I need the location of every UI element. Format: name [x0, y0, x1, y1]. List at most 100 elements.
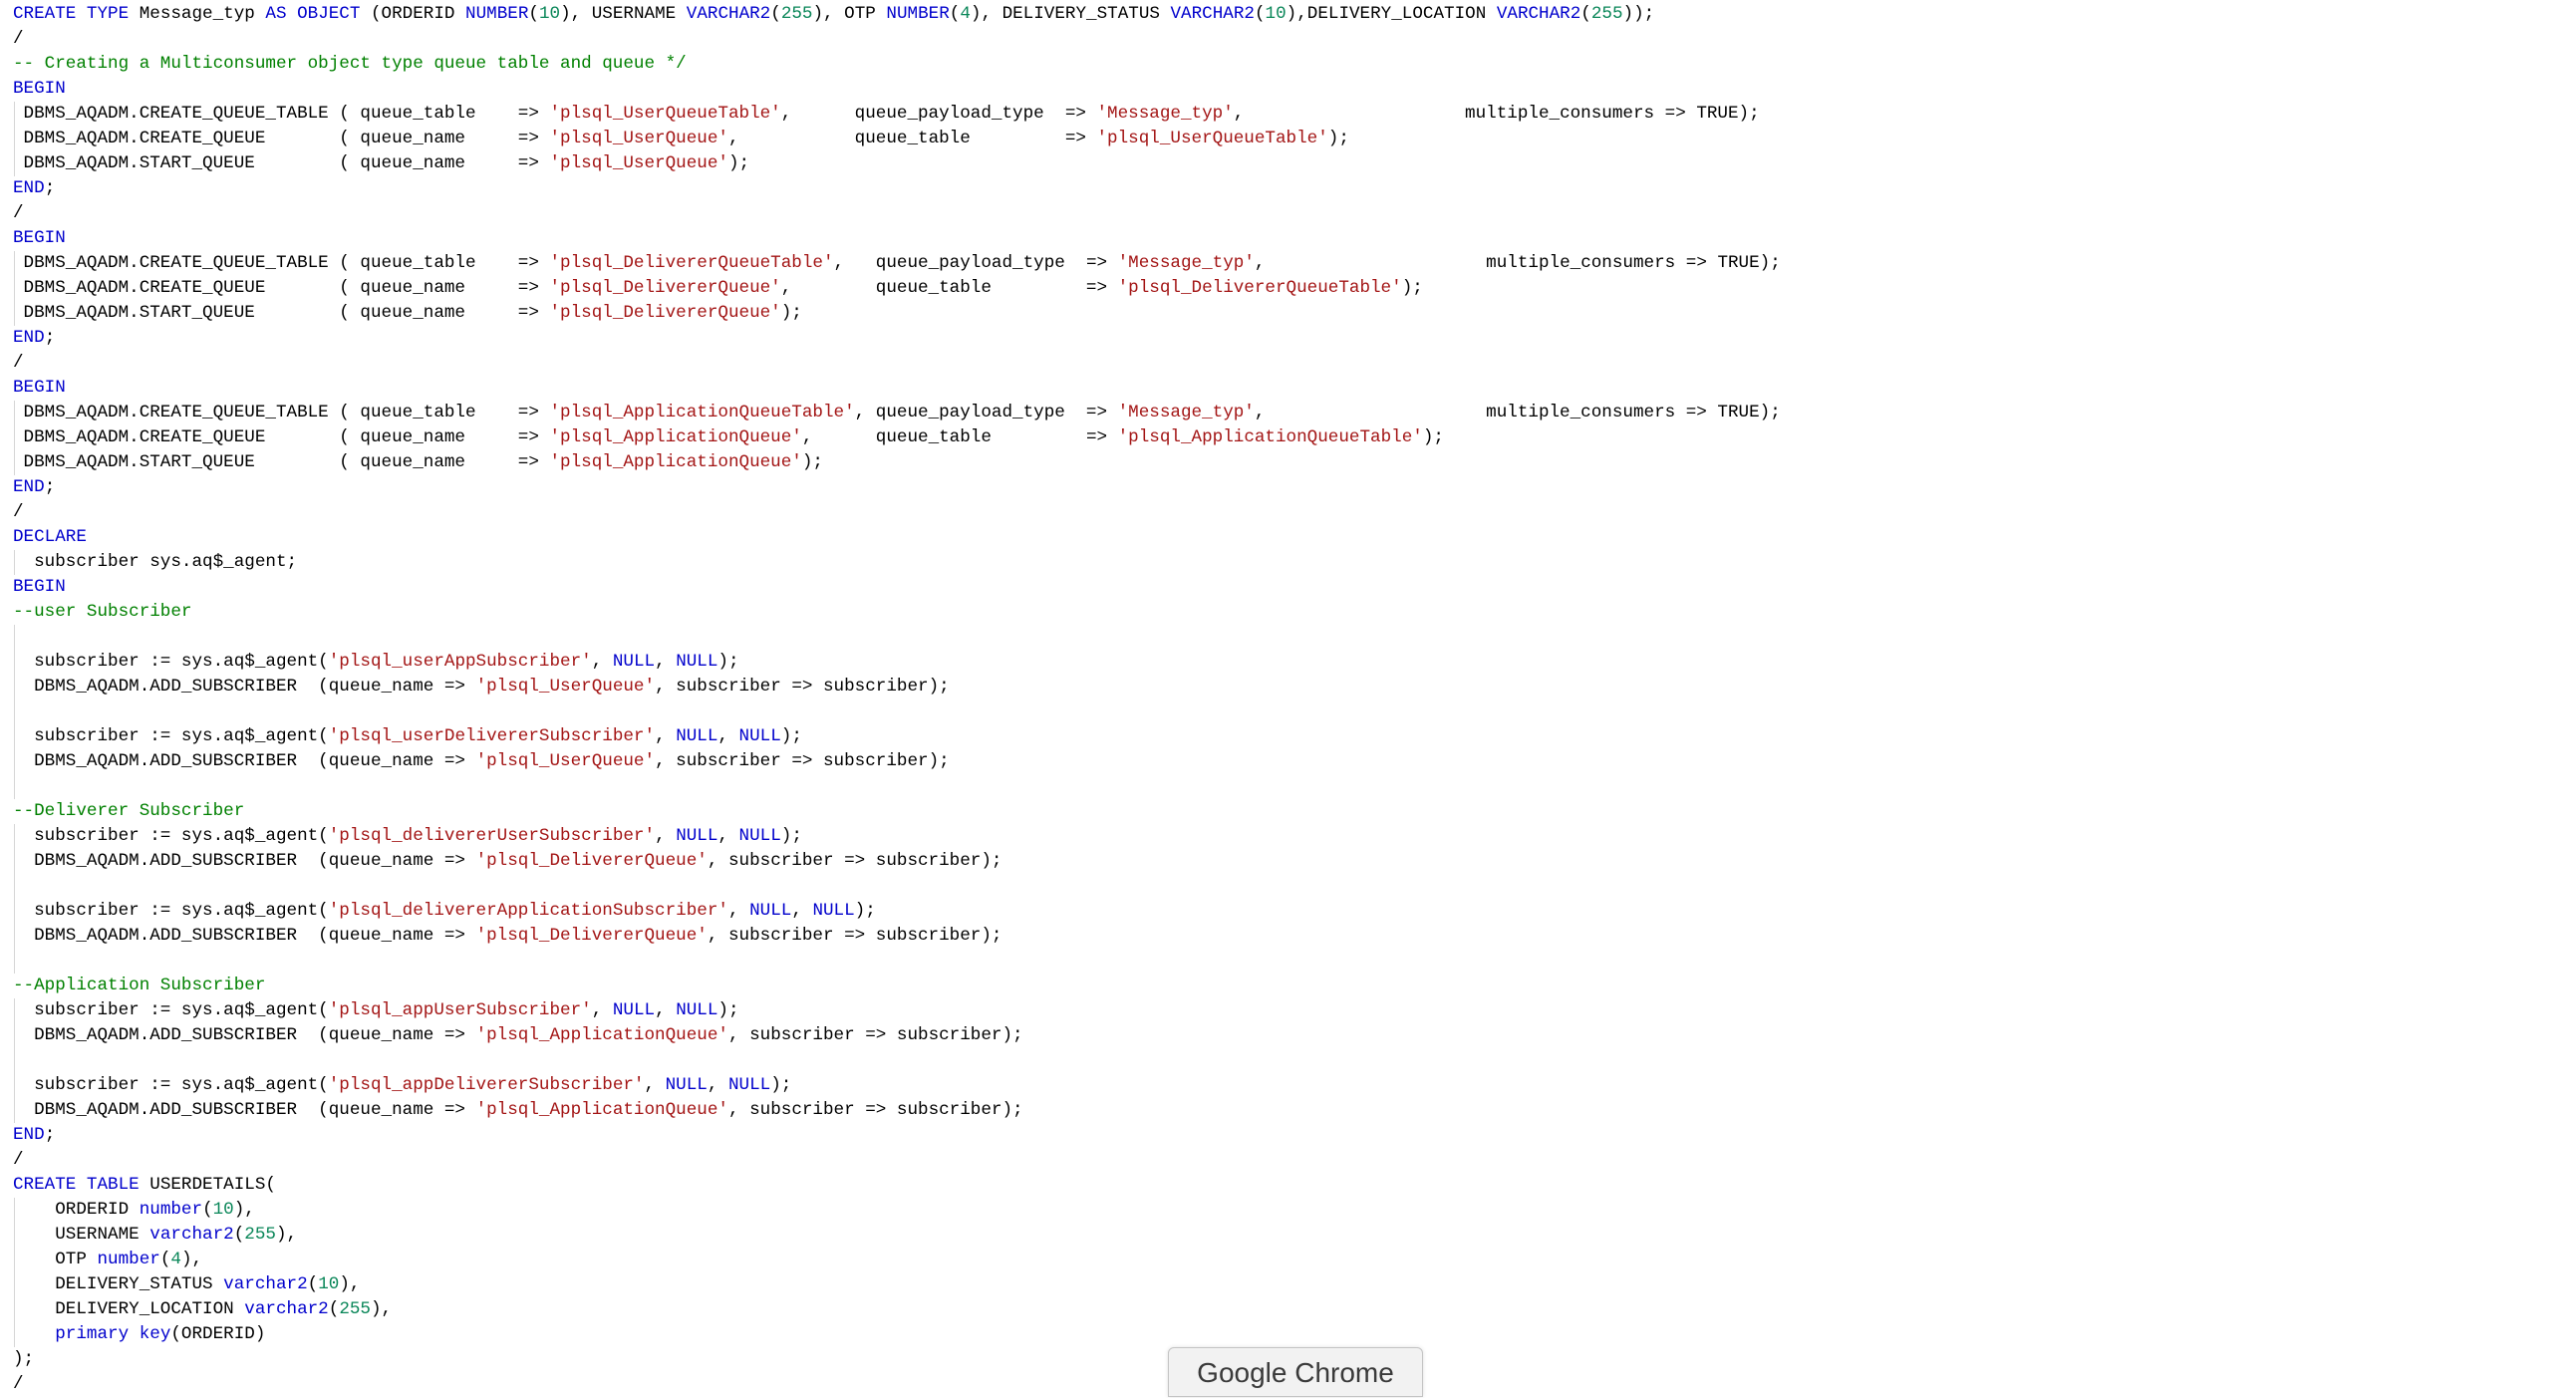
code-token: --Deliverer Subscriber	[13, 801, 245, 821]
code-token: varchar2	[223, 1274, 308, 1294]
code-token: ;	[44, 477, 56, 497]
code-line: DBMS_AQADM.START_QUEUE ( queue_name => '…	[13, 151, 750, 176]
code-token: NULL	[727, 1075, 771, 1095]
code-token: NULL	[665, 1075, 708, 1095]
code-token: NUMBER	[465, 4, 529, 24]
code-token: 'plsql_ApplicationQueue'	[475, 1025, 728, 1045]
code-line: --Deliverer Subscriber	[13, 799, 244, 824]
code-token: DBMS_AQADM.START_QUEUE ( queue_name =>	[13, 153, 550, 173]
code-line: DBMS_AQADM.CREATE_QUEUE_TABLE ( queue_ta…	[13, 102, 1760, 127]
indent-guide	[14, 401, 15, 475]
code-token: 'plsql_DelivererQueue'	[549, 303, 781, 323]
code-token: ,	[707, 1075, 728, 1095]
code-token: DBMS_AQADM.CREATE_QUEUE ( queue_name =>	[13, 278, 550, 298]
code-token: CREATE TYPE	[13, 4, 130, 24]
code-token: ),	[371, 1299, 393, 1319]
code-token: , subscriber => subscriber);	[707, 926, 1002, 946]
code-token: 'plsql_delivererUserSubscriber'	[328, 826, 656, 846]
code-token: ,	[655, 826, 677, 846]
code-line: /	[13, 351, 24, 376]
code-line: DBMS_AQADM.CREATE_QUEUE_TABLE ( queue_ta…	[13, 401, 1781, 425]
indent-guide	[14, 824, 15, 974]
code-line: DBMS_AQADM.START_QUEUE ( queue_name => '…	[13, 450, 823, 475]
code-token: DBMS_AQADM.CREATE_QUEUE ( queue_name =>	[13, 427, 550, 447]
code-token: (	[328, 1299, 340, 1319]
code-line: DBMS_AQADM.ADD_SUBSCRIBER (queue_name =>…	[13, 1023, 1022, 1048]
code-token: ),DELIVERY_LOCATION	[1286, 4, 1497, 24]
code-token: , multiple_consumers => TRUE);	[1233, 104, 1760, 124]
code-token: DBMS_AQADM.START_QUEUE ( queue_name =>	[13, 303, 550, 323]
code-line: BEGIN	[13, 226, 66, 251]
code-line: DBMS_AQADM.ADD_SUBSCRIBER (queue_name =>…	[13, 749, 950, 774]
code-token: ,	[717, 726, 739, 746]
code-token: (	[233, 1225, 245, 1245]
code-token: END	[13, 178, 45, 198]
code-token: , queue_payload_type =>	[780, 104, 1097, 124]
code-token: NULL	[676, 1000, 718, 1020]
code-line: DBMS_AQADM.START_QUEUE ( queue_name => '…	[13, 301, 802, 326]
code-line: END;	[13, 1123, 55, 1148]
code-token: );	[717, 1000, 739, 1020]
code-token: USERDETAILS(	[139, 1175, 276, 1195]
code-token: 'plsql_appDelivererSubscriber'	[328, 1075, 645, 1095]
code-line: END;	[13, 326, 55, 351]
code-token: ;	[44, 328, 56, 348]
code-token: );	[1401, 278, 1423, 298]
code-token: /	[13, 502, 24, 522]
code-token: );	[780, 726, 802, 746]
code-token: (	[1254, 4, 1266, 24]
code-token: NULL	[612, 1000, 656, 1020]
code-line: DELIVERY_STATUS varchar2(10),	[13, 1272, 360, 1297]
code-token: (	[770, 4, 781, 24]
code-token: END	[13, 328, 45, 348]
code-token: (	[1580, 4, 1591, 24]
code-editor[interactable]: CREATE TYPE Message_typ AS OBJECT (ORDER…	[0, 0, 2576, 1394]
code-line: END;	[13, 475, 55, 500]
code-token: );	[801, 452, 823, 472]
code-token: ));	[1622, 4, 1655, 24]
code-token: );	[727, 153, 750, 173]
code-line: -- Creating a Multiconsumer object type …	[13, 52, 687, 77]
code-token: 4	[170, 1250, 181, 1269]
code-token: subscriber sys.aq$_agent;	[13, 552, 298, 572]
indent-guide	[14, 102, 15, 176]
code-token: , multiple_consumers => TRUE);	[1254, 253, 1781, 273]
code-token: (	[307, 1274, 319, 1294]
code-line: --Application Subscriber	[13, 974, 265, 998]
code-token: , subscriber => subscriber);	[655, 677, 950, 697]
code-token: 'plsql_UserQueueTable'	[549, 104, 781, 124]
code-line: /	[13, 27, 24, 52]
code-line: subscriber := sys.aq$_agent('plsql_appUs…	[13, 998, 739, 1023]
code-line: subscriber := sys.aq$_agent('plsql_userA…	[13, 650, 738, 675]
code-token: , subscriber => subscriber);	[655, 751, 950, 771]
code-token: VARCHAR2	[686, 4, 771, 24]
code-line: subscriber := sys.aq$_agent('plsql_deliv…	[13, 824, 802, 849]
indent-guide	[14, 550, 15, 575]
code-token: ,	[717, 826, 739, 846]
code-token: ;	[44, 178, 56, 198]
code-line: END;	[13, 176, 55, 201]
code-token: BEGIN	[13, 577, 66, 597]
code-token: , queue_payload_type =>	[833, 253, 1118, 273]
code-line: BEGIN	[13, 376, 66, 401]
code-token: ,	[655, 1000, 677, 1020]
code-token: --user Subscriber	[13, 602, 192, 622]
code-token: 4	[960, 4, 971, 24]
code-token: subscriber := sys.aq$_agent(	[13, 1000, 329, 1020]
code-token: 'plsql_userAppSubscriber'	[328, 652, 592, 672]
code-line: DECLARE	[13, 525, 87, 550]
code-token: CREATE TABLE	[13, 1175, 140, 1195]
code-token: DBMS_AQADM.START_QUEUE ( queue_name =>	[13, 452, 550, 472]
code-token: 255	[1590, 4, 1623, 24]
code-token: 'plsql_UserQueue'	[475, 751, 656, 771]
code-token: 'plsql_ApplicationQueue'	[475, 1100, 728, 1120]
code-token: USERNAME	[13, 1225, 150, 1245]
code-token: 'Message_typ'	[1117, 403, 1255, 422]
code-token: 'plsql_ApplicationQueueTable'	[1117, 427, 1423, 447]
chrome-app-tooltip: Google Chrome	[1168, 1347, 1423, 1397]
code-token: );	[780, 826, 802, 846]
code-line: BEGIN	[13, 77, 66, 102]
code-line: DBMS_AQADM.ADD_SUBSCRIBER (queue_name =>…	[13, 1098, 1022, 1123]
code-token: 'plsql_appUserSubscriber'	[328, 1000, 592, 1020]
code-token: /	[13, 353, 24, 373]
